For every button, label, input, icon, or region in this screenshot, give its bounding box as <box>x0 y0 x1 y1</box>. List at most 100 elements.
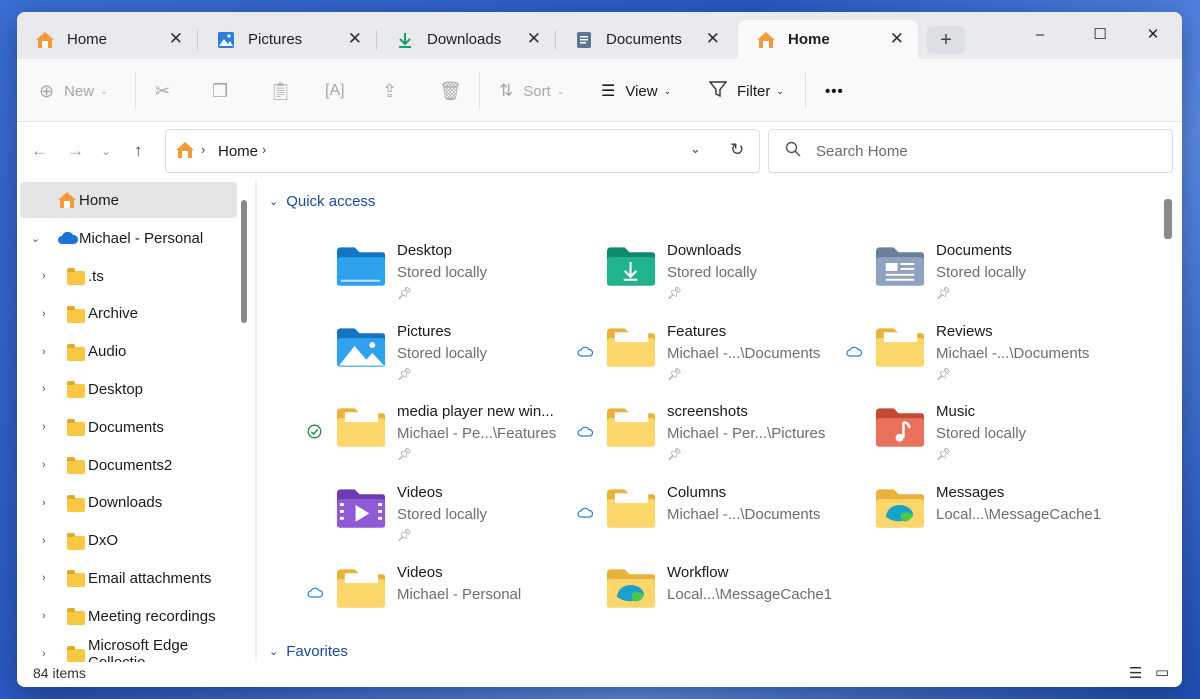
item-location: Stored locally <box>397 344 488 362</box>
sidebar-item-home[interactable]: Home <box>20 182 237 218</box>
search-box[interactable]: Search Home <box>768 129 1173 173</box>
quick-access-item[interactable]: Videos Stored locally 📌︎ <box>307 481 567 551</box>
close-tab-icon[interactable]: ✕ <box>890 29 904 49</box>
sidebar-item-label: Audio <box>88 343 127 361</box>
refresh-icon[interactable]: ↻ <box>730 140 744 160</box>
sidebar-item-label: Documents2 <box>88 456 173 474</box>
back-arrow-icon[interactable]: ← <box>31 141 48 161</box>
item-name: screenshots <box>667 403 748 420</box>
sidebar-item-folder[interactable]: › Desktop <box>17 371 237 407</box>
quick-access-item[interactable]: Desktop Stored locally 📌︎ <box>307 239 567 309</box>
close-tab-icon[interactable]: ✕ <box>169 29 183 49</box>
sidebar-item-folder[interactable]: › Email attachments <box>17 560 237 596</box>
chevron-down-icon[interactable]: ⌄ <box>31 232 40 245</box>
quick-access-item[interactable]: Documents Stored locally 📌︎ <box>846 239 1106 309</box>
favorites-header[interactable]: ⌄ Favorites <box>269 639 348 662</box>
sidebar-item-folder[interactable]: › Documents <box>17 409 237 445</box>
cut-button[interactable]: ✂ <box>155 79 170 103</box>
sidebar-item-folder[interactable]: › Meeting recordings <box>17 598 237 634</box>
sort-button[interactable]: ⇅ Sort ⌄ <box>499 79 564 103</box>
cloud-status-icon <box>577 424 595 438</box>
filter-icon <box>708 80 728 102</box>
folder-icon <box>67 608 90 629</box>
chevron-right-icon[interactable]: › <box>42 308 46 320</box>
minimize-button[interactable]: – <box>1017 20 1063 50</box>
quick-access-header[interactable]: ⌄ Quick access <box>269 189 375 213</box>
sidebar-item-folder[interactable]: › Documents2 <box>17 447 237 483</box>
chevron-right-icon[interactable]: › <box>42 572 46 584</box>
tab-home-1[interactable]: Home ✕ <box>17 20 198 59</box>
quick-access-item[interactable]: Features Michael -...\Documents 📌︎ <box>577 320 837 390</box>
item-name: Workflow <box>667 564 729 581</box>
details-view-icon[interactable]: ☰ <box>1129 664 1142 682</box>
sidebar-item-folder[interactable]: › Microsoft Edge Collectio <box>17 636 237 662</box>
chevron-right-icon[interactable]: › <box>42 459 46 471</box>
quick-access-item[interactable]: Workflow Local...\MessageCache1 <box>577 561 837 631</box>
chevron-right-icon[interactable]: › <box>42 421 46 433</box>
sidebar-item-folder[interactable]: › Audio <box>17 334 237 370</box>
breadcrumb-chevron-icon[interactable]: › <box>262 142 266 157</box>
address-bar[interactable]: › Home › ⌄ ↻ <box>165 129 760 173</box>
new-tab-button[interactable]: + <box>927 26 965 54</box>
chevron-right-icon[interactable]: › <box>42 610 46 622</box>
breadcrumb-home[interactable]: Home <box>218 143 258 160</box>
sidebar-item-onedrive[interactable]: ⌄ Michael - Personal <box>17 220 237 256</box>
tab-home-active[interactable]: Home ✕ <box>738 20 918 59</box>
address-dropdown-icon[interactable]: ⌄ <box>690 141 701 157</box>
cloud-status-icon <box>307 585 325 599</box>
copy-button[interactable]: ❐ <box>212 79 228 103</box>
forward-arrow-icon[interactable]: → <box>67 141 84 161</box>
share-button[interactable]: ⇪ <box>382 79 397 103</box>
tab-documents[interactable]: Documents ✕ <box>556 20 734 59</box>
chevron-down-icon: ⌄ <box>269 195 279 208</box>
view-button[interactable]: ☰ View ⌄ <box>601 79 671 103</box>
navigation-pane: Home ⌄ Michael - Personal › .ts › Archive › A… <box>17 179 247 662</box>
tab-pictures[interactable]: Pictures ✕ <box>198 20 377 59</box>
paste-button[interactable]: 📋︎ <box>269 79 292 103</box>
item-location: Stored locally <box>397 264 488 281</box>
sidebar-item-folder[interactable]: › Archive <box>17 296 237 332</box>
close-tab-icon[interactable]: ✕ <box>706 29 720 49</box>
quick-access-item[interactable]: Videos Michael - Personal <box>307 561 567 631</box>
quick-access-item[interactable]: Pictures Stored locally 📌︎ <box>307 320 567 390</box>
chevron-right-icon[interactable]: › <box>42 383 46 395</box>
close-window-button[interactable]: ✕ <box>1130 20 1176 50</box>
breadcrumb-chevron-icon: › <box>201 142 206 157</box>
quick-access-item[interactable]: Columns Michael -...\Documents <box>577 481 837 551</box>
delete-button[interactable]: 🗑︎ <box>439 79 462 103</box>
new-button[interactable]: ⊕ New ⌄ <box>39 79 108 103</box>
quick-access-item[interactable]: media player new win... Michael - Pe...\F… <box>307 400 567 470</box>
content-scrollbar[interactable] <box>1164 199 1172 239</box>
chevron-right-icon[interactable]: › <box>42 270 46 282</box>
recent-locations-chevron-icon[interactable]: ⌄ <box>101 144 111 158</box>
pin-icon: 📌︎ <box>397 447 413 461</box>
chevron-right-icon[interactable]: › <box>42 497 46 509</box>
quick-access-item[interactable]: Reviews Michael -...\Documents 📌︎ <box>846 320 1106 390</box>
folder-icon <box>67 532 90 554</box>
pin-icon: 📌︎ <box>397 286 413 300</box>
item-name: Messages <box>936 483 1005 501</box>
tiles-view-icon[interactable]: ▭ <box>1155 663 1169 681</box>
chevron-right-icon[interactable]: › <box>42 535 46 547</box>
maximize-button[interactable]: ☐ <box>1077 20 1123 50</box>
quick-access-item[interactable]: Messages Local...\MessageCache1 <box>846 481 1106 551</box>
filter-button[interactable]: Filter ⌄ <box>708 79 784 103</box>
quick-access-item[interactable]: Music Stored locally 📌︎ <box>846 400 1106 470</box>
sidebar-item-folder[interactable]: › DxO <box>17 523 237 559</box>
chevron-right-icon[interactable]: › <box>42 648 46 660</box>
quick-access-item[interactable]: Downloads Stored locally 📌︎ <box>577 239 837 309</box>
sidebar-item-folder[interactable]: › .ts <box>17 258 237 294</box>
item-location: Stored locally <box>397 505 488 523</box>
up-arrow-icon[interactable]: ↑ <box>134 141 143 161</box>
quick-access-item[interactable]: screenshots Michael - Per...\Pictures 📌︎ <box>577 400 837 470</box>
sidebar-item-folder[interactable]: › Downloads <box>17 485 237 521</box>
folder-icon <box>605 485 657 529</box>
sidebar-item-label: DxO <box>88 532 118 550</box>
tab-downloads[interactable]: Downloads ✕ <box>377 20 556 59</box>
chevron-right-icon[interactable]: › <box>42 346 46 358</box>
more-options-button[interactable]: ••• <box>825 79 844 103</box>
sidebar-scrollbar[interactable] <box>241 200 247 323</box>
close-tab-icon[interactable]: ✕ <box>348 29 362 49</box>
close-tab-icon[interactable]: ✕ <box>527 29 541 49</box>
rename-button[interactable]: [A] <box>325 79 345 103</box>
